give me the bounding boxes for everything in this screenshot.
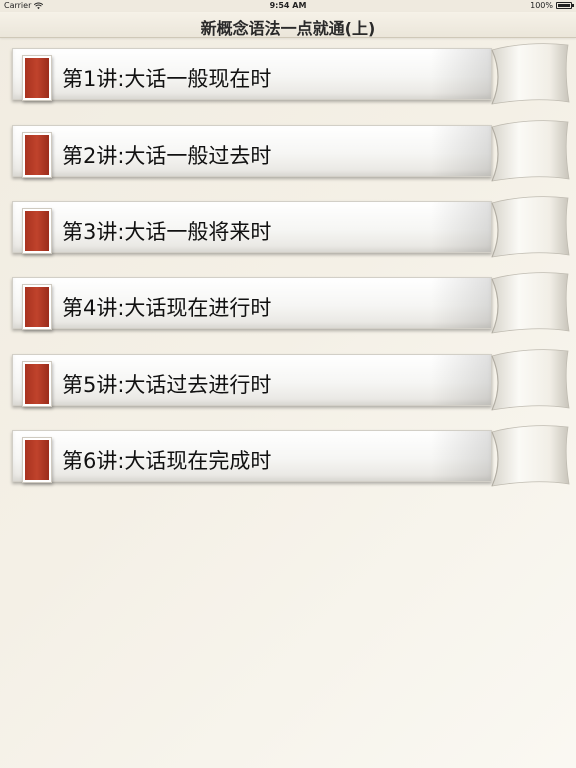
page-title: 新概念语法一点就通(上)	[200, 19, 376, 38]
lesson-label: 第4讲:大话现在进行时	[62, 296, 272, 320]
lesson-label: 第5讲:大话过去进行时	[62, 373, 272, 397]
lesson-card: 第5讲:大话过去进行时	[12, 354, 492, 406]
battery-percent: 100%	[530, 1, 553, 10]
battery-icon	[556, 2, 574, 9]
lesson-item-6[interactable]: 第6讲:大话现在完成时	[12, 425, 570, 487]
status-bar: Carrier 9:54 AM 100%	[0, 0, 576, 12]
lesson-card: 第6讲:大话现在完成时	[12, 430, 492, 482]
lesson-label: 第1讲:大话一般现在时	[62, 67, 272, 91]
page-curl-icon	[491, 120, 570, 182]
status-right: 100%	[530, 1, 574, 10]
lesson-label: 第2讲:大话一般过去时	[62, 144, 272, 168]
lesson-item-3[interactable]: 第3讲:大话一般将来时	[12, 196, 570, 258]
lesson-card: 第4讲:大话现在进行时	[12, 277, 492, 329]
page-curl-icon	[491, 425, 570, 487]
page-curl-icon	[491, 272, 570, 334]
page-curl-icon	[491, 43, 570, 105]
page-curl-icon	[491, 349, 570, 411]
lesson-item-5[interactable]: 第5讲:大话过去进行时	[12, 349, 570, 411]
page-curl-icon	[491, 196, 570, 258]
red-bookmark-icon	[25, 440, 49, 480]
lesson-card: 第1讲:大话一般现在时	[12, 48, 492, 100]
lesson-label: 第6讲:大话现在完成时	[62, 449, 272, 473]
red-bookmark-icon	[25, 287, 49, 327]
lesson-item-4[interactable]: 第4讲:大话现在进行时	[12, 272, 570, 334]
status-time: 9:54 AM	[269, 1, 307, 10]
red-bookmark-icon	[25, 58, 49, 98]
red-bookmark-icon	[25, 135, 49, 175]
red-bookmark-icon	[25, 364, 49, 404]
lesson-label: 第3讲:大话一般将来时	[62, 220, 272, 244]
red-bookmark-icon	[25, 211, 49, 251]
lesson-card: 第2讲:大话一般过去时	[12, 125, 492, 177]
lesson-item-1[interactable]: 第1讲:大话一般现在时	[12, 43, 570, 105]
navigation-bar: 新概念语法一点就通(上)	[0, 12, 576, 38]
lesson-item-2[interactable]: 第2讲:大话一般过去时	[12, 120, 570, 182]
lesson-card: 第3讲:大话一般将来时	[12, 201, 492, 253]
